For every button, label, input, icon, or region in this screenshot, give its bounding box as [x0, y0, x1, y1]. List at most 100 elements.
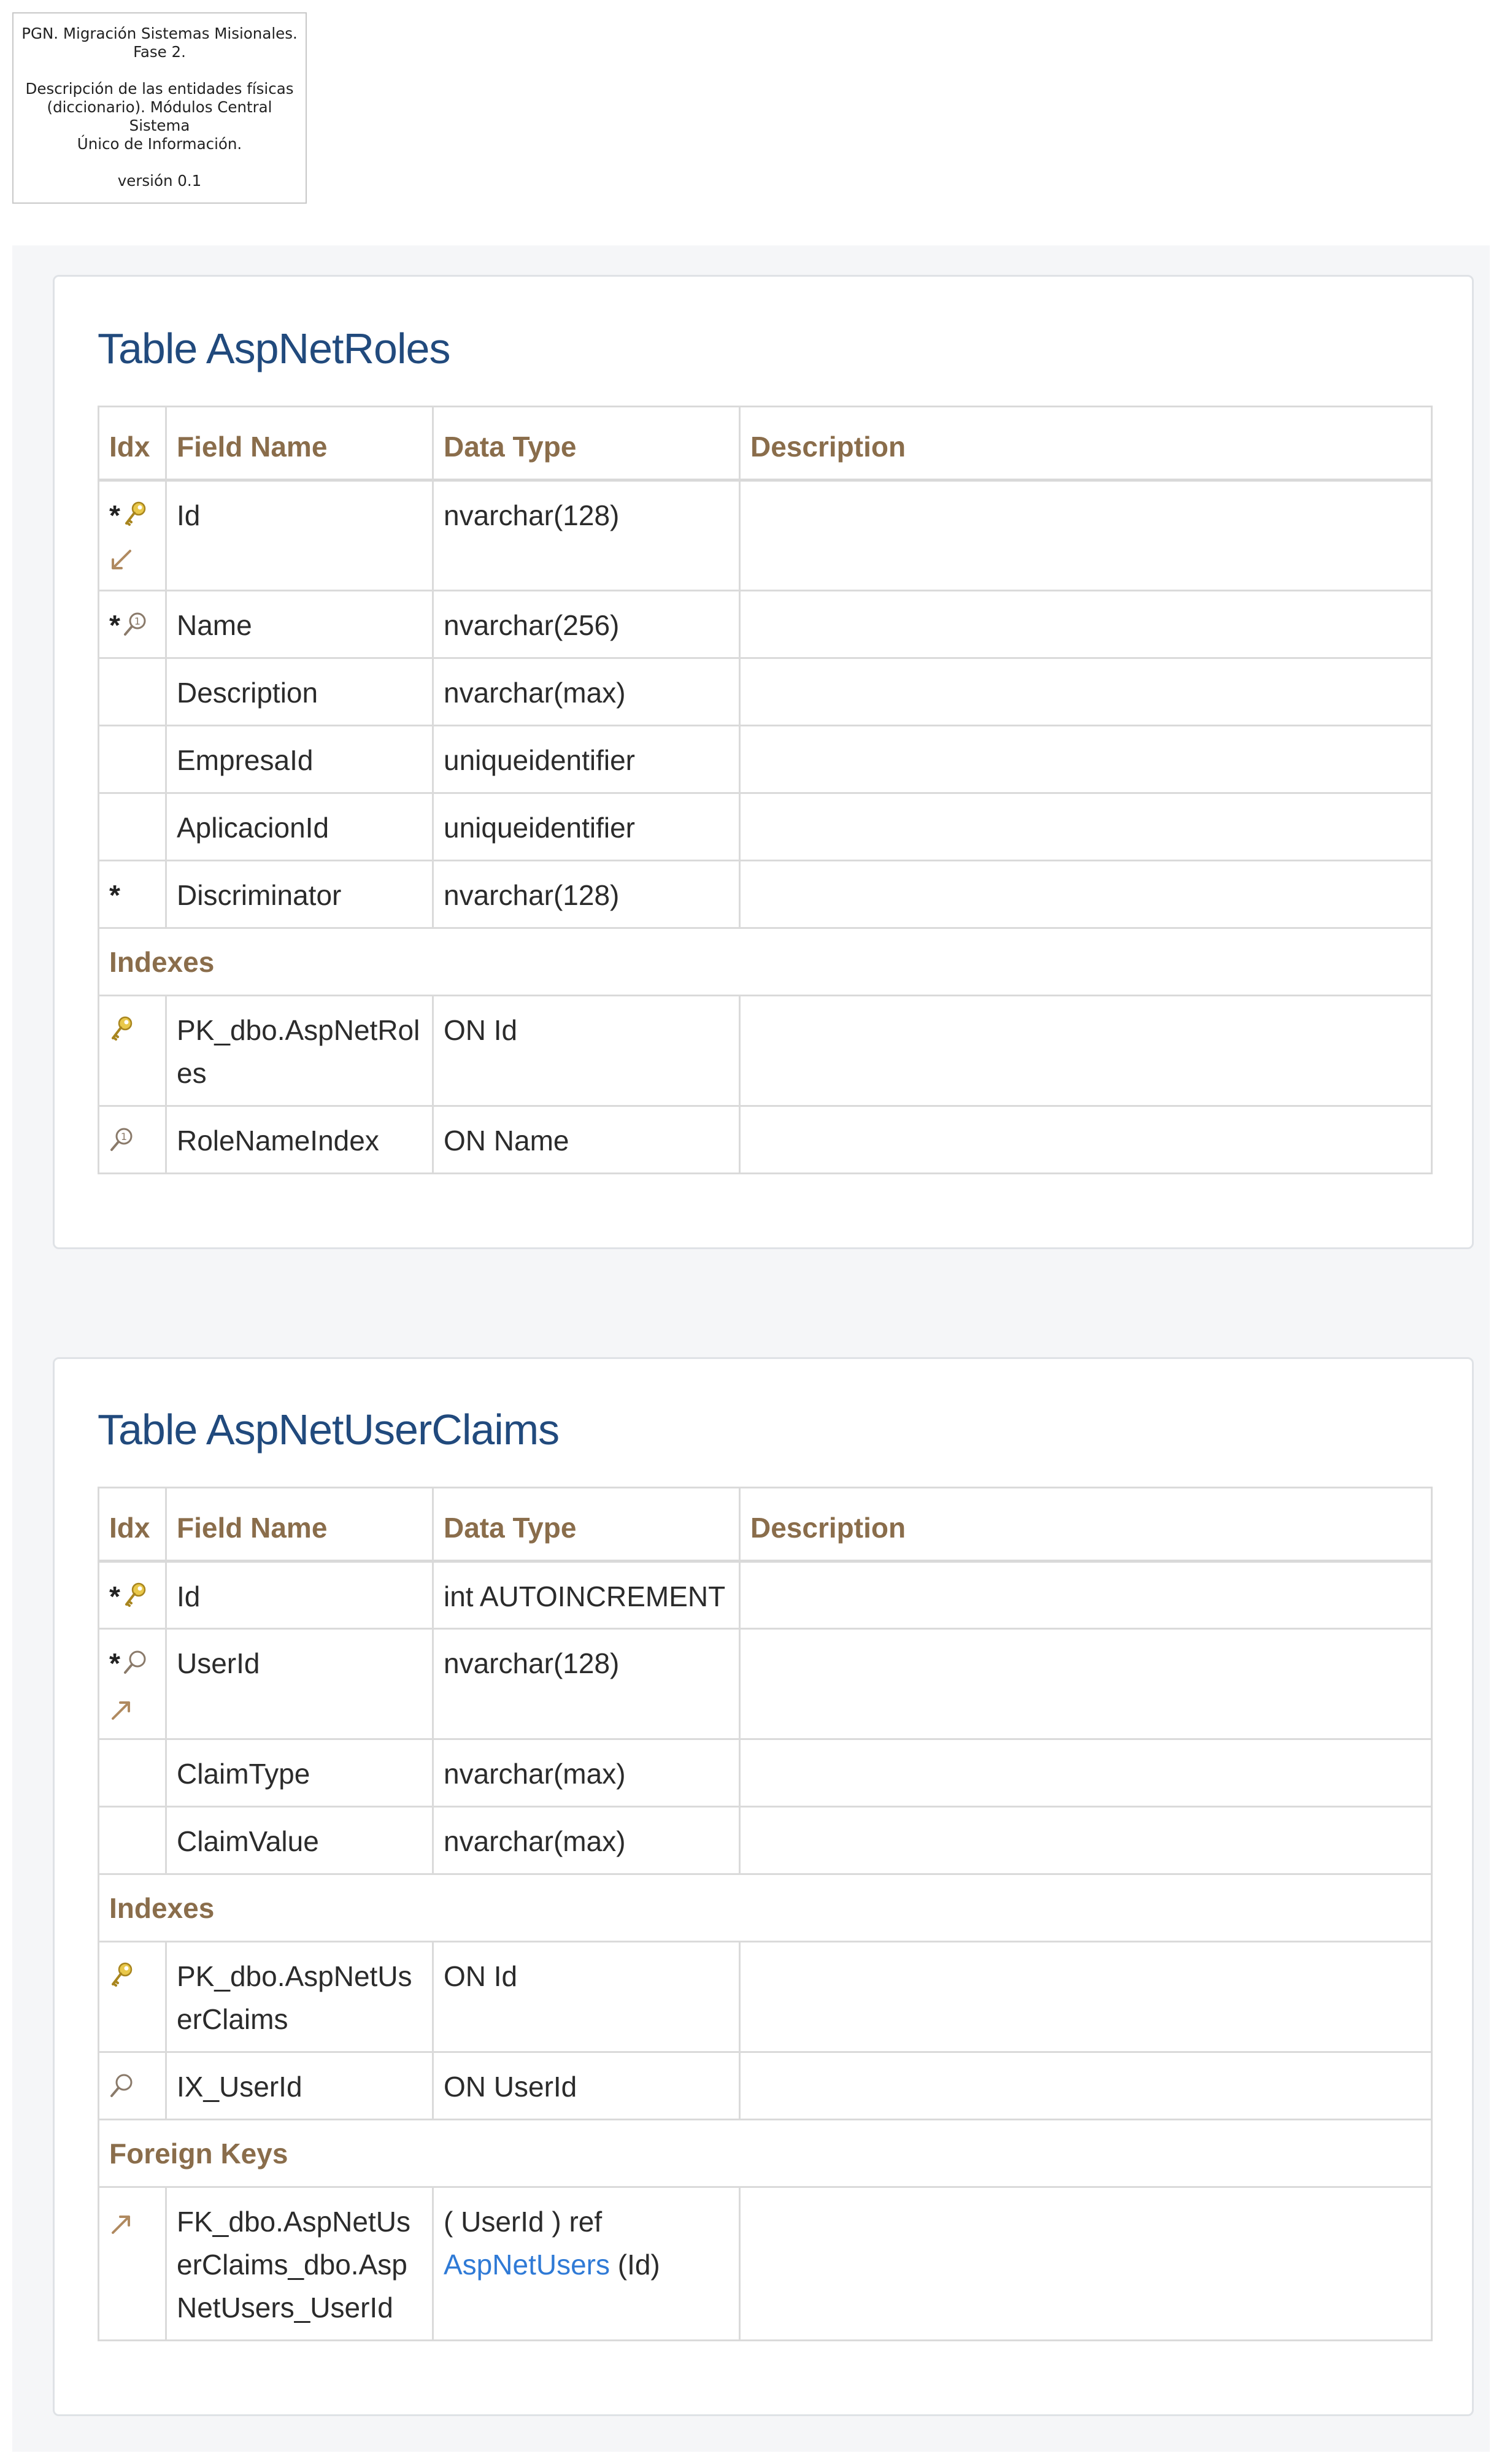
description-cell: [739, 860, 1433, 929]
field-row: AplicacionId uniqueidentifier: [98, 792, 1433, 861]
foreign-keys-section-row: Foreign Keys: [98, 2119, 1433, 2188]
data-type-cell: int AUTOINCREMENT: [432, 1560, 741, 1630]
key-icon: [109, 1961, 134, 1990]
document-header: PGN. Migración Sistemas Misionales. Fase…: [12, 12, 307, 204]
column-header-data-type: Data Type: [432, 1487, 741, 1563]
unique-index-icon: 1: [109, 1125, 134, 1155]
table-title: Table AspNetRoles: [98, 325, 450, 372]
foreign-key-row: FK_dbo.AspNetUserClaims_dbo.AspNetUsers_…: [98, 2186, 1433, 2341]
description-cell: [739, 657, 1433, 726]
key-icon: [109, 1015, 134, 1044]
index-name-cell: IX_UserId: [165, 2051, 434, 2120]
index-row: IX_UserId ON UserId: [98, 2051, 1433, 2120]
field-name-cell: ClaimValue: [165, 1806, 434, 1875]
idx-cell: [98, 657, 167, 726]
table-card-aspnetroles: Table AspNetRoles Idx Field Name Data Ty…: [53, 275, 1474, 1249]
data-type-cell: nvarchar(256): [432, 590, 741, 659]
idx-cell: *: [98, 479, 167, 591]
header-line: Fase 2.: [133, 43, 186, 61]
unique-index-icon: 1: [123, 610, 147, 639]
fk-reference-suffix: (Id): [617, 2249, 660, 2281]
dictionary-table: Idx Field Name Data Type Description * I…: [98, 406, 1433, 1174]
data-type-cell: nvarchar(max): [432, 1806, 741, 1875]
index-columns-cell: ON UserId: [432, 2051, 741, 2120]
column-header-data-type: Data Type: [432, 406, 741, 482]
field-row: EmpresaId uniqueidentifier: [98, 725, 1433, 794]
index-name-cell: RoleNameIndex: [165, 1105, 434, 1174]
description-cell: [739, 2186, 1433, 2341]
header-line: Descripción de las entidades físicas: [25, 80, 294, 98]
index-icon: [123, 1648, 147, 1677]
idx-cell: [98, 1806, 167, 1875]
required-marker: *: [109, 609, 120, 641]
idx-cell: * 1: [98, 590, 167, 659]
header-line: Único de Información.: [77, 135, 242, 153]
field-row: * Discriminator nvarchar(128): [98, 860, 1433, 929]
description-cell: [739, 1941, 1433, 2053]
data-type-cell: nvarchar(max): [432, 657, 741, 726]
data-type-cell: uniqueidentifier: [432, 725, 741, 794]
data-type-cell: nvarchar(128): [432, 1628, 741, 1740]
field-name-cell: Name: [165, 590, 434, 659]
required-marker: *: [109, 499, 120, 531]
description-cell: [739, 725, 1433, 794]
fk-outgoing-icon: [109, 2206, 135, 2236]
idx-cell: *: [98, 1628, 167, 1740]
description-cell: [739, 1806, 1433, 1875]
field-row: * 1 Name nvarchar(256): [98, 590, 1433, 659]
idx-cell: *: [98, 860, 167, 929]
field-row: ClaimType nvarchar(max): [98, 1738, 1433, 1808]
required-marker: *: [109, 1647, 120, 1679]
description-cell: [739, 1105, 1433, 1174]
idx-cell: [98, 2051, 167, 2120]
description-cell: [739, 1628, 1433, 1740]
ref-table-link[interactable]: AspNetUsers: [444, 2249, 610, 2281]
idx-cell: [98, 995, 167, 1107]
idx-cell: [98, 2186, 167, 2341]
field-name-cell: Description: [165, 657, 434, 726]
index-name-cell: PK_dbo.AspNetUserClaims: [165, 1941, 434, 2053]
idx-cell: 1: [98, 1105, 167, 1174]
data-type-cell: uniqueidentifier: [432, 792, 741, 861]
data-type-cell: nvarchar(128): [432, 860, 741, 929]
fk-name-cell: FK_dbo.AspNetUserClaims_dbo.AspNetUsers_…: [165, 2186, 434, 2341]
indexes-section-row: Indexes: [98, 1873, 1433, 1942]
field-row: Description nvarchar(max): [98, 657, 1433, 726]
required-marker: *: [109, 1580, 120, 1612]
header-line: PGN. Migración Sistemas Misionales.: [21, 25, 298, 42]
idx-cell: [98, 725, 167, 794]
fk-outgoing-icon: [109, 1692, 135, 1722]
column-header-idx: Idx: [98, 1487, 167, 1563]
description-cell: [739, 792, 1433, 861]
key-icon: [123, 1581, 147, 1611]
column-header-field-name: Field Name: [165, 1487, 434, 1563]
idx-cell: [98, 1738, 167, 1808]
column-header-field-name: Field Name: [165, 406, 434, 482]
index-name-cell: PK_dbo.AspNetRoles: [165, 995, 434, 1107]
version-label: versión 0.1: [117, 172, 202, 190]
data-type-cell: nvarchar(max): [432, 1738, 741, 1808]
fk-reference-cell: ( UserId ) ref AspNetUsers (Id): [432, 2186, 741, 2341]
field-name-cell: AplicacionId: [165, 792, 434, 861]
field-row: ClaimValue nvarchar(max): [98, 1806, 1433, 1875]
indexes-section-label: Indexes: [98, 927, 1433, 996]
description-cell: [739, 1738, 1433, 1808]
field-name-cell: Discriminator: [165, 860, 434, 929]
dictionary-table: Idx Field Name Data Type Description * I…: [98, 1487, 1433, 2341]
table-card-aspnetuserclaims: Table AspNetUserClaims Idx Field Name Da…: [53, 1357, 1474, 2416]
field-row: * Id nvarchar(128): [98, 479, 1433, 591]
field-name-cell: UserId: [165, 1628, 434, 1740]
idx-cell: [98, 792, 167, 861]
field-name-cell: Id: [165, 1560, 434, 1630]
index-row: 1 RoleNameIndex ON Name: [98, 1105, 1433, 1174]
index-row: PK_dbo.AspNetUserClaims ON Id: [98, 1941, 1433, 2053]
index-columns-cell: ON Name: [432, 1105, 741, 1174]
description-cell: [739, 2051, 1433, 2120]
field-row: * UserId nvarchar(128): [98, 1628, 1433, 1740]
index-columns-cell: ON Id: [432, 1941, 741, 2053]
description-cell: [739, 590, 1433, 659]
description-cell: [739, 479, 1433, 591]
column-header-description: Description: [739, 406, 1433, 482]
svg-text:1: 1: [134, 615, 141, 627]
index-icon: [109, 2071, 134, 2101]
